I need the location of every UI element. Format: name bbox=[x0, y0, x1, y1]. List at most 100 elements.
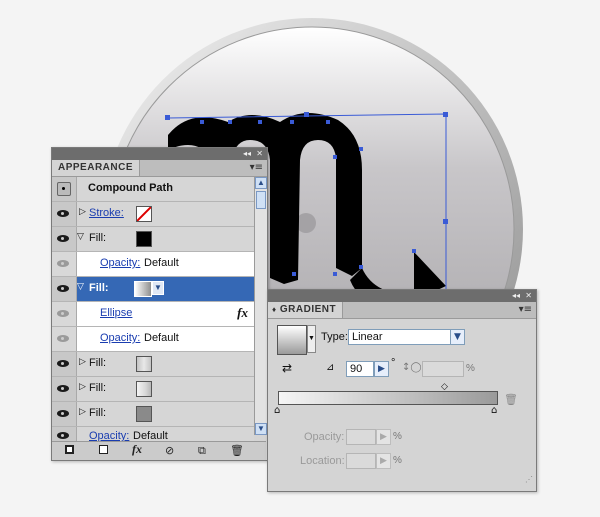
opacity-stepper-icon[interactable]: ▶ bbox=[376, 429, 391, 445]
visibility-toggle[interactable] bbox=[52, 202, 77, 226]
collapse-triangle-icon[interactable]: ▽ bbox=[77, 282, 84, 292]
appearance-scrollbar[interactable]: ▲ ▼ bbox=[254, 177, 267, 435]
fill-label: Fill: bbox=[89, 407, 107, 419]
gradient-titlebar[interactable]: ◂◂ ✕ bbox=[268, 290, 536, 302]
gradient-panel: ◂◂ ✕ ♦ GRADIENT ▾≡ ▼ Type: Linear ▼ ⇄ ⊿ … bbox=[267, 289, 537, 492]
eye-icon[interactable] bbox=[57, 432, 69, 439]
type-select[interactable]: Linear bbox=[348, 329, 452, 345]
collapse-triangle-icon[interactable]: ▽ bbox=[77, 232, 84, 242]
fill-black-swatch[interactable] bbox=[136, 231, 152, 247]
location-stepper-icon[interactable]: ▶ bbox=[376, 453, 391, 469]
visibility-toggle[interactable] bbox=[52, 252, 77, 276]
gradient-stop-left-icon[interactable]: ⌂ bbox=[274, 405, 280, 416]
add-effect-fx-icon[interactable]: fx bbox=[132, 442, 142, 457]
tab-appearance[interactable]: APPEARANCE bbox=[52, 160, 141, 176]
eye-icon[interactable] bbox=[57, 310, 69, 317]
delete-stop-icon[interactable]: 🗑 bbox=[504, 393, 518, 406]
appearance-titlebar[interactable]: ◂◂ ✕ bbox=[52, 148, 267, 160]
appearance-row-stroke[interactable]: ▷ Stroke: bbox=[52, 202, 254, 227]
appearance-row-opacity[interactable]: Opacity: Default bbox=[52, 327, 254, 352]
type-dropdown-arrow-icon[interactable]: ▼ bbox=[450, 329, 465, 345]
fx-icon[interactable]: fx bbox=[237, 305, 248, 321]
fill-label: Fill: bbox=[89, 232, 107, 244]
expand-triangle-icon[interactable]: ▷ bbox=[79, 207, 86, 217]
eye-icon[interactable] bbox=[57, 210, 69, 217]
gradient-preview-swatch[interactable] bbox=[277, 325, 307, 355]
close-panel-icon[interactable]: ✕ bbox=[525, 290, 532, 302]
appearance-row-fill[interactable]: ▷ Fill: bbox=[52, 402, 254, 427]
fill-gradient-swatch[interactable] bbox=[136, 381, 152, 397]
visibility-toggle[interactable] bbox=[52, 402, 77, 426]
swatch-dropdown-button[interactable]: ▼ bbox=[152, 281, 164, 295]
reverse-gradient-icon[interactable]: ⇄ bbox=[282, 361, 292, 375]
add-fill-icon[interactable] bbox=[99, 445, 108, 454]
duplicate-item-icon[interactable]: ⧉ bbox=[198, 444, 206, 458]
opacity-input[interactable] bbox=[346, 429, 376, 445]
type-label: Type: bbox=[321, 331, 348, 343]
gradient-tab-label: GRADIENT bbox=[279, 304, 337, 315]
gradient-stop-right-icon[interactable]: ⌂ bbox=[491, 405, 497, 416]
angle-icon: ⊿ bbox=[326, 362, 335, 373]
visibility-toggle[interactable] bbox=[52, 377, 77, 401]
location-label: Location: bbox=[300, 455, 345, 467]
location-input[interactable] bbox=[346, 453, 376, 469]
opacity-label[interactable]: Opacity: bbox=[100, 332, 140, 344]
scroll-down-arrow-icon[interactable]: ▼ bbox=[255, 423, 267, 435]
gradient-ramp-slider[interactable] bbox=[278, 391, 498, 405]
appearance-row-fill[interactable]: ▷ Fill: bbox=[52, 352, 254, 377]
visibility-toggle[interactable] bbox=[52, 327, 77, 351]
clear-appearance-icon[interactable]: ⊘ bbox=[165, 444, 174, 457]
eye-icon[interactable] bbox=[57, 360, 69, 367]
gradient-preview-dropdown[interactable]: ▼ bbox=[307, 325, 316, 353]
visibility-toggle[interactable] bbox=[52, 227, 77, 251]
panel-options-arrows-icon[interactable]: ♦ bbox=[272, 305, 277, 314]
appearance-footer-toolbar: fx ⊘ ⧉ 🗑 bbox=[52, 441, 266, 460]
angle-input[interactable]: 90 bbox=[346, 361, 374, 377]
eye-icon[interactable] bbox=[57, 285, 69, 292]
resize-grip-icon[interactable]: ⋰ bbox=[525, 475, 533, 484]
appearance-row-fill[interactable]: ▷ Fill: bbox=[52, 377, 254, 402]
expand-triangle-icon[interactable]: ▷ bbox=[79, 382, 86, 392]
appearance-row-opacity[interactable]: Opacity: Default bbox=[52, 252, 254, 277]
appearance-panel: ◂◂ ✕ APPEARANCE ▾≡ Compound Path ▷ Strok… bbox=[51, 147, 268, 461]
fill-label: Fill: bbox=[89, 282, 109, 294]
appearance-row-compound-path[interactable]: Compound Path bbox=[52, 177, 254, 202]
scroll-up-arrow-icon[interactable]: ▲ bbox=[255, 177, 267, 189]
ellipse-effect-label[interactable]: Ellipse bbox=[100, 307, 132, 319]
tab-gradient[interactable]: ♦ GRADIENT bbox=[268, 302, 344, 318]
appearance-row-fill-selected[interactable]: ▽ Fill: ▼ bbox=[52, 277, 254, 302]
collapse-panel-icon[interactable]: ◂◂ bbox=[243, 148, 251, 160]
fill-gradient-swatch[interactable] bbox=[136, 356, 152, 372]
expand-triangle-icon[interactable]: ▷ bbox=[79, 407, 86, 417]
fill-gray-swatch[interactable] bbox=[136, 406, 152, 422]
scroll-thumb[interactable] bbox=[256, 191, 266, 209]
stroke-none-swatch[interactable] bbox=[136, 206, 152, 222]
opacity-label[interactable]: Opacity: bbox=[100, 257, 140, 269]
appearance-row-ellipse-effect[interactable]: Ellipse fx bbox=[52, 302, 254, 327]
fill-label: Fill: bbox=[89, 382, 107, 394]
eye-icon[interactable] bbox=[57, 260, 69, 267]
visibility-toggle[interactable] bbox=[52, 277, 77, 301]
fill-gradient-swatch[interactable] bbox=[134, 281, 152, 297]
visibility-toggle[interactable] bbox=[52, 302, 77, 326]
stroke-label[interactable]: Stroke: bbox=[89, 207, 124, 219]
eye-icon[interactable] bbox=[57, 385, 69, 392]
angle-value: 90 bbox=[350, 363, 363, 375]
panel-menu-icon[interactable]: ▾≡ bbox=[250, 162, 263, 174]
add-stroke-icon[interactable] bbox=[65, 445, 74, 454]
angle-stepper-icon[interactable]: ▶ bbox=[374, 361, 389, 377]
opacity-unit: % bbox=[393, 431, 402, 442]
eye-icon[interactable] bbox=[57, 235, 69, 242]
expand-triangle-icon[interactable]: ▷ bbox=[79, 357, 86, 367]
gradient-body: ▼ Type: Linear ▼ ⇄ ⊿ 90 ▶ ° ↕◯ % ◇ ⌂ ⌂ 🗑… bbox=[268, 319, 536, 487]
aspect-ratio-input[interactable] bbox=[422, 361, 464, 377]
delete-item-icon[interactable]: 🗑 bbox=[230, 444, 244, 457]
visibility-toggle[interactable] bbox=[52, 352, 77, 376]
panel-menu-icon[interactable]: ▾≡ bbox=[519, 304, 532, 316]
appearance-row-fill[interactable]: ▽ Fill: bbox=[52, 227, 254, 252]
collapse-panel-icon[interactable]: ◂◂ bbox=[512, 290, 520, 302]
type-select-value: Linear bbox=[352, 331, 383, 343]
eye-icon[interactable] bbox=[57, 335, 69, 342]
close-panel-icon[interactable]: ✕ bbox=[256, 148, 263, 160]
eye-icon[interactable] bbox=[57, 410, 69, 417]
